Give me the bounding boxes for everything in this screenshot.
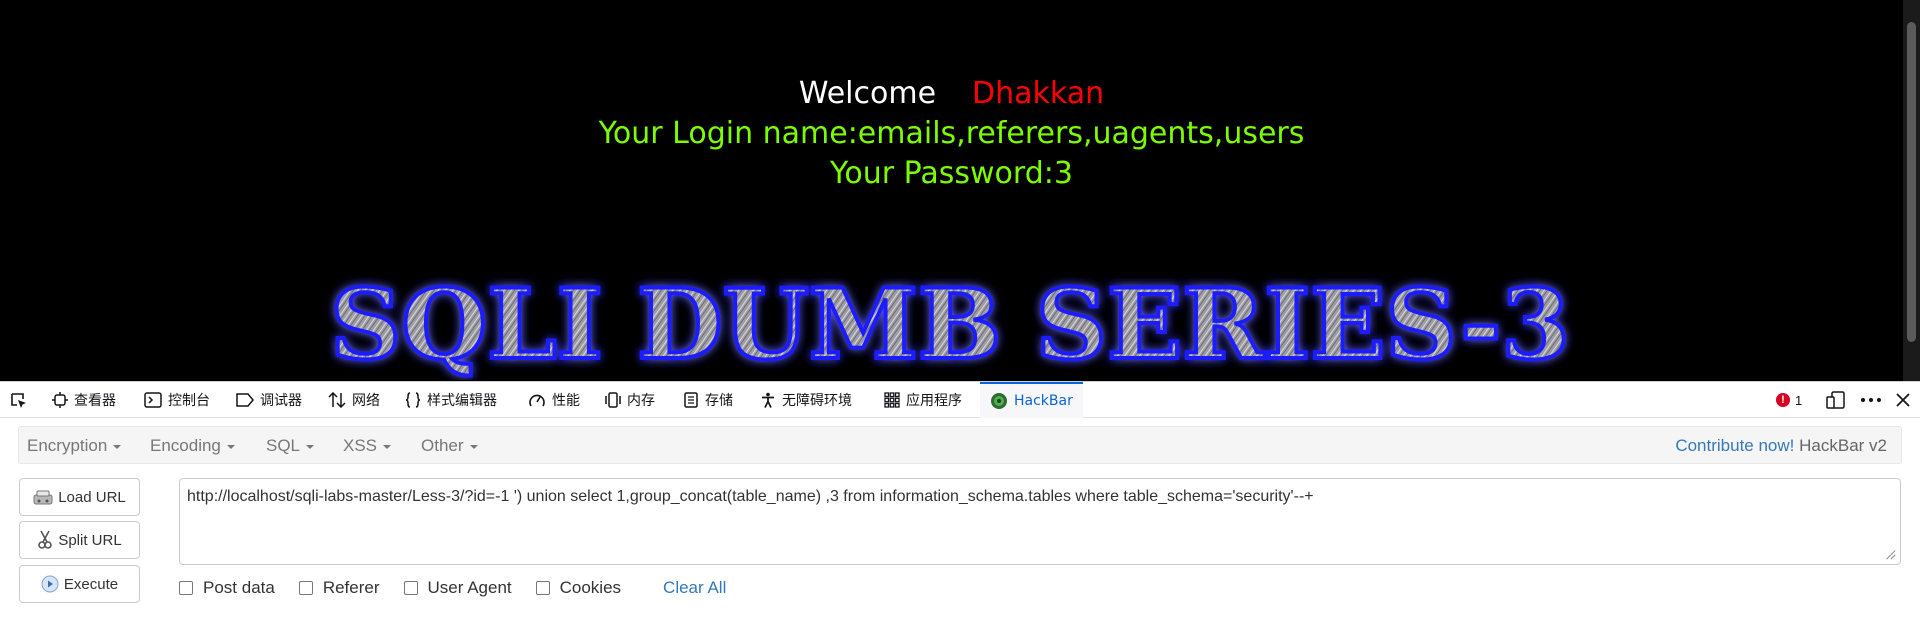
menu-xss[interactable]: XSS: [343, 427, 392, 465]
tab-accessibility[interactable]: 无障碍环境: [760, 382, 852, 418]
play-icon: [41, 575, 59, 593]
user-agent-label: User Agent: [427, 578, 512, 597]
referer-label: Referer: [322, 578, 380, 597]
login-name-line: Your Login name:emails,referers,uagents,…: [598, 116, 1305, 151]
tab-network-label: 网络: [352, 393, 380, 409]
tab-memory-label: 内存: [627, 393, 655, 409]
element-picker-icon[interactable]: [9, 391, 29, 411]
error-icon: !: [1776, 393, 1790, 407]
tab-style-editor[interactable]: 样式编辑器: [405, 382, 497, 418]
tab-console[interactable]: 控制台: [144, 382, 210, 418]
page-viewport: Welcome Dhakkan Your Login name:emails,re…: [0, 0, 1920, 381]
chevron-down-icon: [306, 444, 315, 449]
tab-debugger[interactable]: 调试器: [236, 382, 302, 418]
devtools-panel: 查看器 控制台 调试器 网络 样式编辑器 性能 内存 存储 无障碍环境 应用程序…: [0, 381, 1920, 636]
error-indicator[interactable]: ! 1: [1776, 382, 1802, 418]
referer-checkbox[interactable]: Referer: [298, 578, 380, 598]
execute-button[interactable]: Execute: [19, 565, 140, 603]
hackbar-options-row: Post data Referer User Agent Cookies Cle…: [179, 577, 726, 599]
split-url-label: Split URL: [58, 531, 122, 549]
contribute-link[interactable]: Contribute now!: [1675, 436, 1794, 455]
responsive-design-icon[interactable]: [1826, 391, 1846, 409]
series-banner: SQLI DUMB SERIES-3: [328, 270, 1572, 380]
menu-other-label: Other: [421, 436, 464, 455]
tab-memory[interactable]: 内存: [605, 382, 655, 418]
debugger-icon: [236, 393, 254, 407]
tab-hackbar[interactable]: HackBar: [980, 382, 1083, 418]
tab-inspector-label: 查看器: [74, 393, 116, 409]
chevron-down-icon: [383, 444, 392, 449]
menu-encryption[interactable]: Encryption: [27, 427, 122, 465]
welcome-label: Welcome: [798, 76, 937, 111]
load-url-label: Load URL: [58, 488, 126, 506]
tab-storage[interactable]: 存储: [683, 382, 733, 418]
cookies-checkbox[interactable]: Cookies: [535, 578, 622, 598]
split-url-button[interactable]: Split URL: [19, 521, 140, 559]
menu-sql[interactable]: SQL: [266, 427, 315, 465]
devtools-tab-bar: 查看器 控制台 调试器 网络 样式编辑器 性能 内存 存储 无障碍环境 应用程序…: [0, 382, 1920, 418]
scissors-icon: [38, 530, 53, 549]
chevron-down-icon: [113, 444, 122, 449]
menu-other[interactable]: Other: [421, 427, 478, 465]
post-data-checkbox[interactable]: Post data: [179, 578, 275, 598]
menu-encoding-label: Encoding: [150, 436, 221, 455]
welcome-line: Welcome Dhakkan: [0, 74, 1903, 114]
error-count: 1: [1795, 392, 1803, 408]
tab-performance[interactable]: 性能: [528, 382, 580, 418]
tab-debugger-label: 调试器: [260, 393, 302, 409]
tab-application[interactable]: 应用程序: [884, 382, 962, 418]
chevron-down-icon: [226, 444, 235, 449]
tab-network[interactable]: 网络: [328, 382, 380, 418]
load-url-icon: [33, 490, 53, 505]
checkbox-box[interactable]: [403, 581, 418, 595]
chevron-down-icon: [469, 444, 478, 449]
user-agent-checkbox[interactable]: User Agent: [403, 578, 512, 598]
application-icon: [884, 392, 900, 408]
tab-performance-label: 性能: [552, 393, 580, 409]
url-input[interactable]: http://localhost/sqli-labs-master/Less-3…: [179, 478, 1901, 565]
tab-storage-label: 存储: [705, 393, 733, 409]
post-data-label: Post data: [203, 578, 275, 597]
tab-application-label: 应用程序: [906, 393, 962, 409]
performance-icon: [529, 394, 545, 407]
load-url-button[interactable]: Load URL: [19, 478, 140, 516]
clear-all-link[interactable]: Clear All: [663, 578, 726, 598]
style-editor-icon: [405, 392, 421, 408]
hackbar-icon: [991, 393, 1007, 409]
banner-title: SQLI DUMB SERIES-3: [330, 270, 1570, 380]
tab-hackbar-label: HackBar: [1014, 393, 1073, 409]
contribute-area: Contribute now! HackBar v2: [1675, 427, 1887, 465]
network-icon: [328, 392, 346, 408]
menu-xss-label: XSS: [343, 436, 378, 455]
cookies-label: Cookies: [559, 578, 622, 597]
checkbox-box[interactable]: [535, 581, 550, 595]
page-scrollbar[interactable]: [1903, 0, 1920, 381]
tab-accessibility-label: 无障碍环境: [782, 393, 852, 409]
checkbox-box[interactable]: [179, 581, 193, 595]
tab-inspector[interactable]: 查看器: [52, 382, 116, 418]
page-scrollbar-thumb[interactable]: [1907, 22, 1916, 342]
memory-icon: [605, 392, 621, 408]
password-line: Your Password:3: [830, 156, 1073, 191]
hackbar-version: HackBar v2: [1799, 436, 1887, 455]
username: Dhakkan: [972, 76, 1105, 111]
console-icon: [144, 392, 162, 408]
more-options-icon[interactable]: [1860, 392, 1882, 408]
checkbox-box[interactable]: [298, 581, 313, 595]
tab-style-editor-label: 样式编辑器: [427, 393, 497, 409]
hackbar-menu-bar: Encryption Encoding SQL XSS Other Contri…: [18, 426, 1902, 464]
execute-label: Execute: [63, 575, 119, 593]
menu-encryption-label: Encryption: [27, 436, 108, 455]
accessibility-icon: [762, 392, 774, 408]
resize-grip-icon[interactable]: [1884, 548, 1896, 560]
menu-encoding[interactable]: Encoding: [150, 427, 235, 465]
close-icon[interactable]: [1896, 393, 1910, 407]
storage-icon: [684, 392, 698, 408]
menu-sql-label: SQL: [266, 436, 301, 455]
inspector-icon: [52, 392, 68, 408]
tab-console-label: 控制台: [168, 393, 210, 409]
